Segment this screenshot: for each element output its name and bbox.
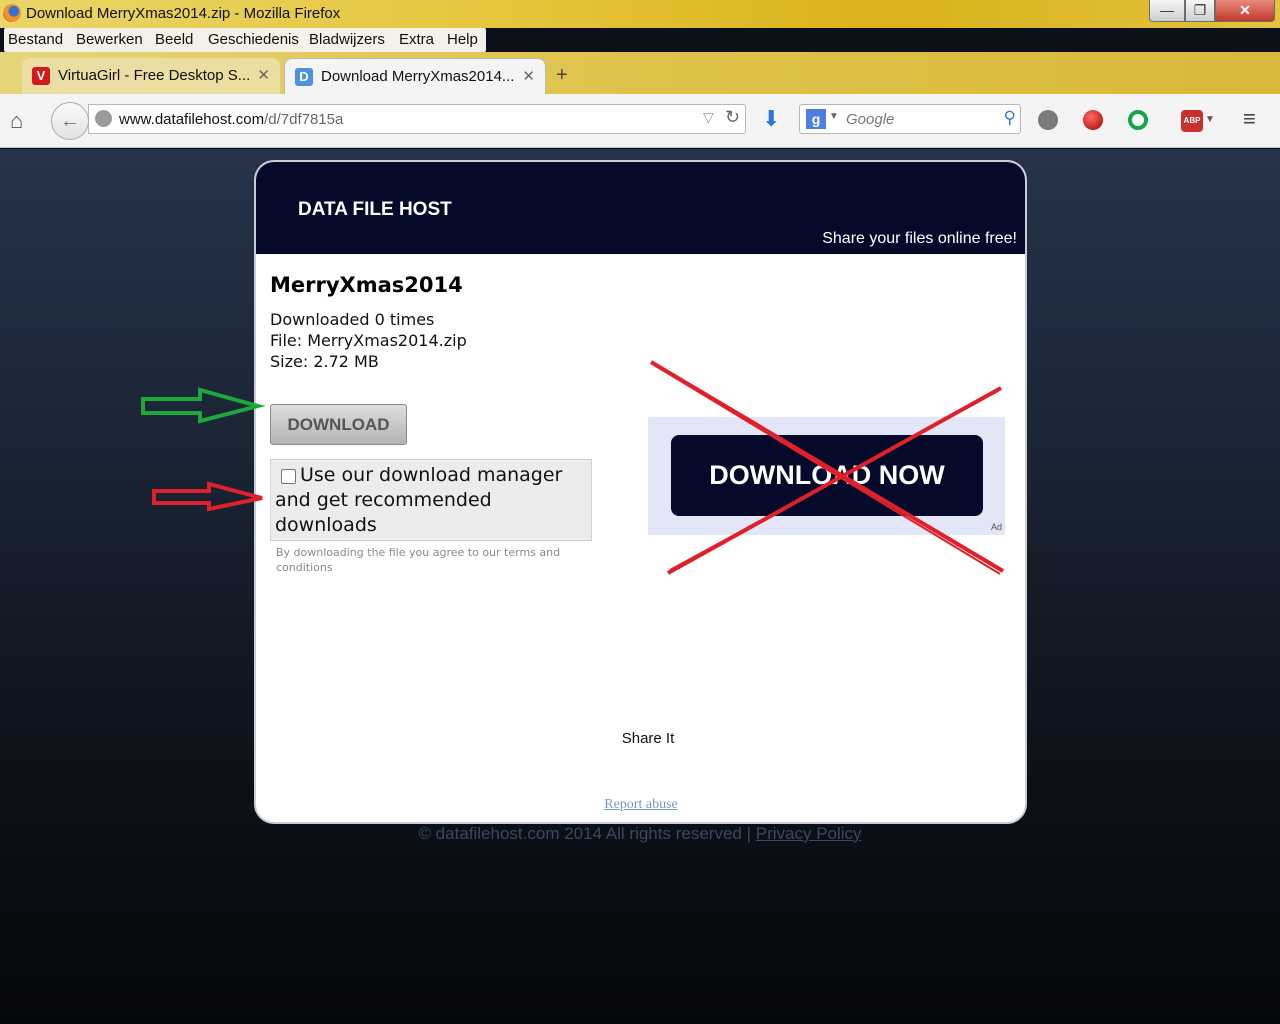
red-arrow-icon	[152, 481, 263, 512]
green-arrow-icon	[141, 387, 266, 424]
red-cross-icon	[649, 360, 1005, 575]
annotation-overlay	[141, 360, 1005, 575]
